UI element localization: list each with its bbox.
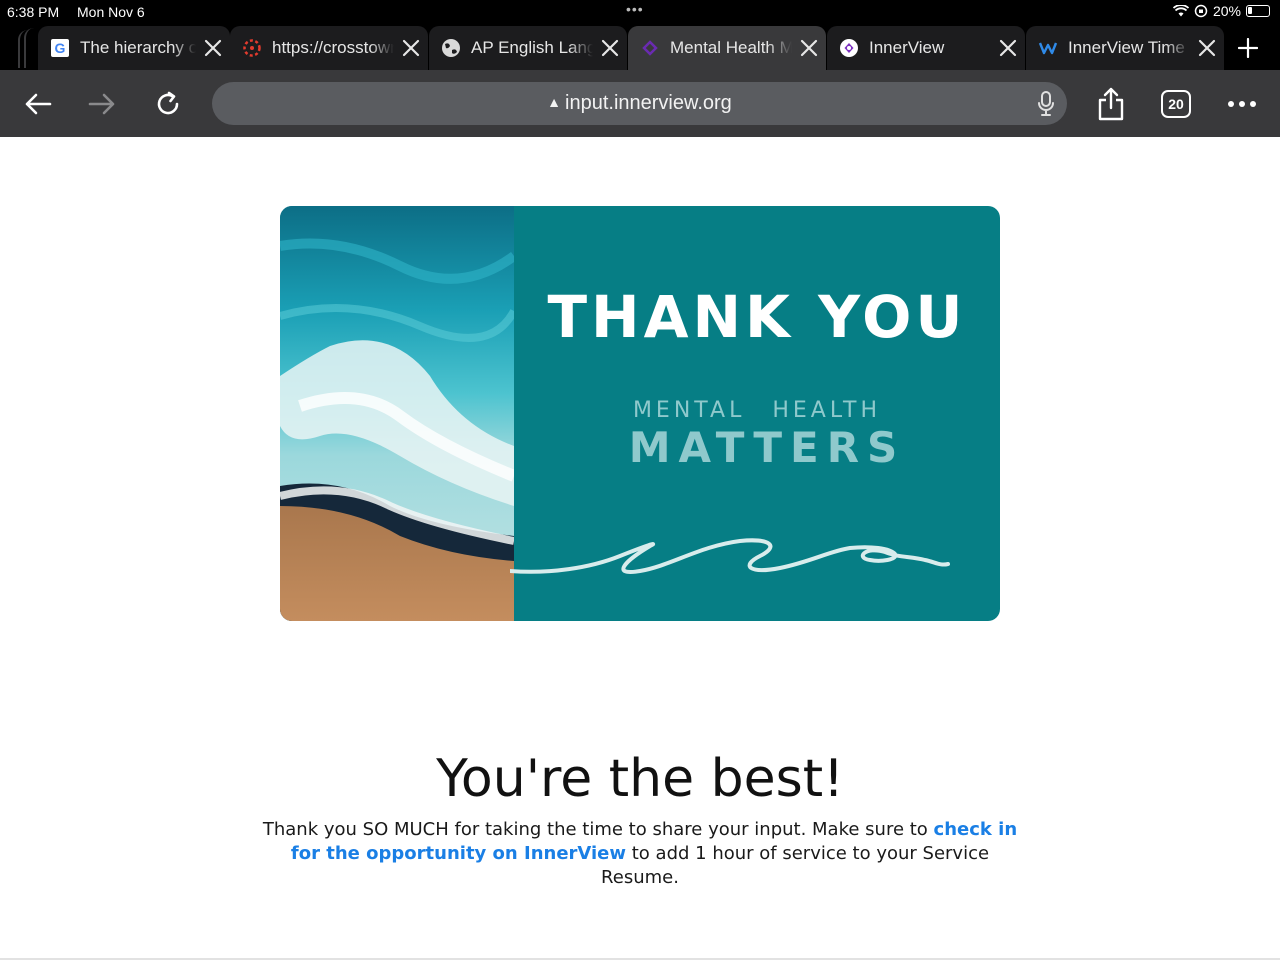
google-icon: G (50, 38, 70, 58)
close-tab-icon[interactable] (991, 26, 1025, 70)
plus-icon (1238, 38, 1258, 58)
browser-toolbar: ▲ input.innerview.org 20 (0, 70, 1280, 137)
tab-count: 20 (1161, 90, 1191, 118)
close-tab-icon[interactable] (593, 26, 627, 70)
status-bar: 6:38 PM Mon Nov 6 ••• 20% (0, 0, 1280, 24)
microphone-icon[interactable] (1037, 91, 1055, 122)
tab-title: Mental Health Matters (670, 38, 792, 57)
page-content: THANK YOU MENTAL HEALTH MATTERS You're t… (0, 137, 1280, 959)
page-title: You're the best! (436, 749, 844, 809)
forward-button[interactable] (82, 84, 122, 124)
innerview-icon (839, 38, 859, 58)
battery-icon (1246, 5, 1270, 17)
tab-ap-english[interactable]: AP English Language (429, 26, 627, 70)
tab-mental-health[interactable]: Mental Health Matters (628, 26, 826, 70)
wifi-icon (1172, 5, 1189, 17)
multitasking-dots-icon[interactable]: ••• (626, 1, 644, 17)
share-button[interactable] (1091, 84, 1131, 124)
tab-innerview[interactable]: InnerView (827, 26, 1025, 70)
thank-you-banner: THANK YOU MENTAL HEALTH MATTERS (280, 206, 1000, 621)
tab-title: The hierarchy of (80, 38, 196, 57)
status-indicators: 20% (1172, 3, 1270, 19)
thank-you-message: Thank you SO MUCH for taking the time to… (250, 818, 1030, 890)
warning-icon: ▲ (547, 94, 562, 110)
weebly-icon (1038, 38, 1058, 58)
tab-innerview-time[interactable]: InnerView Time (1026, 26, 1224, 70)
globe-icon (441, 38, 461, 58)
ellipsis-icon (1228, 101, 1256, 107)
status-date: Mon Nov 6 (77, 4, 145, 20)
url-display: ▲ input.innerview.org (212, 92, 1067, 115)
svg-text:G: G (55, 40, 66, 56)
message-text-start: Thank you SO MUCH for taking the time to… (262, 819, 934, 840)
tab-google[interactable]: G The hierarchy of (38, 26, 230, 70)
ocean-shore-image (280, 206, 514, 621)
new-tab-button[interactable] (1228, 26, 1268, 70)
battery-percent: 20% (1212, 3, 1241, 19)
tab-title: InnerView (869, 38, 945, 57)
close-tab-icon[interactable] (196, 26, 230, 70)
banner-subtitle-line1: MENTAL HEALTH (632, 398, 882, 423)
tab-crosstown[interactable]: https://crosstown (230, 26, 428, 70)
back-arrow-icon (25, 93, 52, 115)
close-tab-icon[interactable] (792, 26, 826, 70)
back-button[interactable] (18, 84, 58, 124)
reload-button[interactable] (148, 84, 188, 124)
close-tab-icon[interactable] (394, 26, 428, 70)
tab-title: InnerView Time (1068, 38, 1185, 57)
status-time: 6:38 PM (7, 4, 60, 20)
forward-arrow-icon (88, 93, 115, 115)
tab-title: https://crosstown (272, 38, 394, 57)
tab-overview-button[interactable]: 20 (1156, 84, 1196, 124)
tab-title: AP English Language (471, 38, 593, 57)
message-text-end: to add 1 hour of service to your Service… (601, 843, 990, 888)
share-icon (1098, 87, 1124, 121)
url-text: input.innerview.org (565, 92, 732, 114)
close-tab-icon[interactable] (1190, 26, 1224, 70)
reload-icon (157, 91, 179, 115)
more-menu-button[interactable] (1222, 84, 1262, 124)
banner-subtitle-line2: MATTERS (628, 423, 906, 472)
orientation-lock-icon (1194, 4, 1208, 18)
tab-strip: G The hierarchy of https://crosstown AP … (0, 24, 1280, 70)
address-bar[interactable]: ▲ input.innerview.org (212, 82, 1067, 125)
canvas-icon (242, 38, 262, 58)
wave-line-decoration (510, 538, 950, 574)
innerview-purple-icon (640, 38, 660, 58)
banner-title: THANK YOU (547, 283, 967, 351)
